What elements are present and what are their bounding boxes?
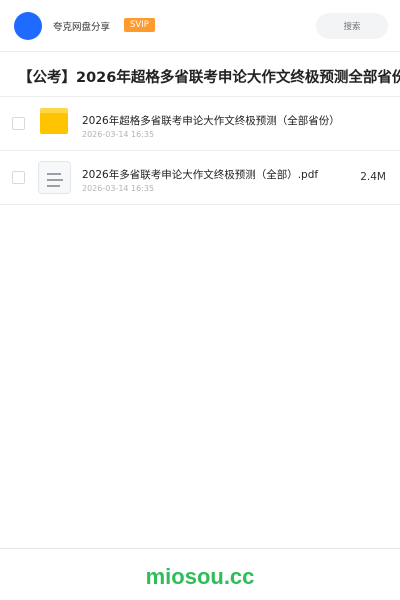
document-icon — [38, 161, 71, 194]
file-name[interactable]: 2026年超格多省联考申论大作文终极预测（全部省份） — [82, 113, 340, 128]
avatar[interactable] — [14, 12, 42, 40]
site-watermark: miosou.cc — [145, 564, 255, 589]
file-row[interactable]: 2026年多省联考申论大作文终极预测（全部）.pdf 2026-03-14 16… — [0, 151, 400, 205]
share-title: 【公考】2026年超格多省联考申论大作文终极预测全部省份 — [18, 70, 400, 86]
svip-badge: SVIP — [124, 18, 155, 32]
file-size: 2.4M — [360, 171, 386, 183]
file-checkbox[interactable] — [12, 171, 25, 184]
header-bar: 夸克网盘分享 SVIP — [0, 0, 400, 52]
file-name[interactable]: 2026年多省联考申论大作文终极预测（全部）.pdf — [82, 167, 318, 182]
file-date: 2026-03-14 16:35 — [82, 184, 155, 193]
share-title-bar: 【公考】2026年超格多省联考申论大作文终极预测全部省份 — [0, 53, 400, 97]
footer-bar: miosou.cc — [0, 548, 400, 600]
file-date: 2026-03-14 16:35 — [82, 130, 155, 139]
share-page: 夸克网盘分享 SVIP 【公考】2026年超格多省联考申论大作文终极预测全部省份… — [0, 0, 400, 600]
file-checkbox[interactable] — [12, 117, 25, 130]
folder-icon — [40, 108, 68, 134]
file-row[interactable]: 2026年超格多省联考申论大作文终极预测（全部省份） 2026-03-14 16… — [0, 97, 400, 151]
brand-name: 夸克网盘分享 — [53, 22, 111, 33]
search-input[interactable] — [316, 13, 388, 39]
